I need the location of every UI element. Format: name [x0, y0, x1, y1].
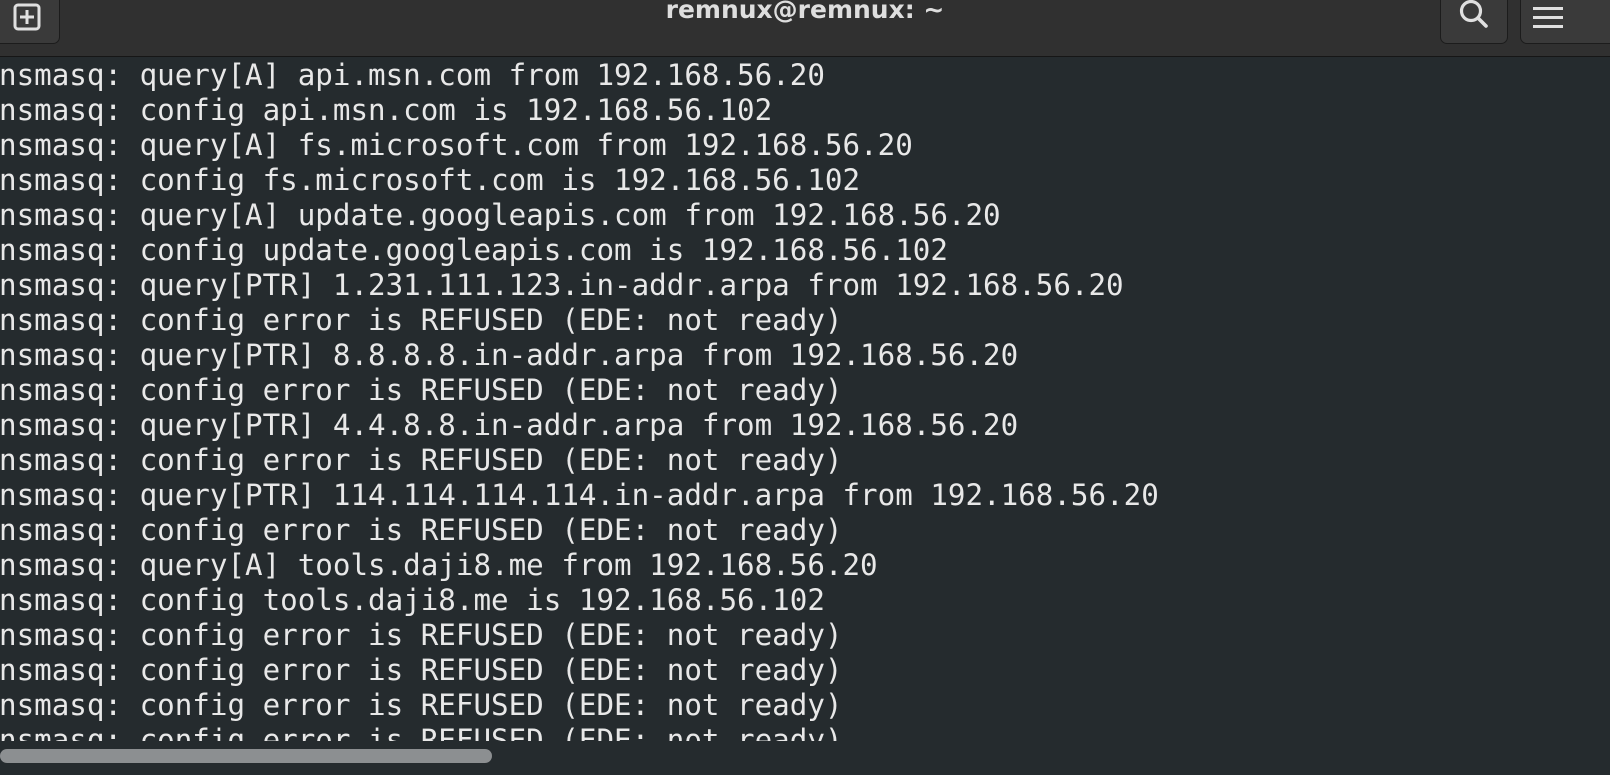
terminal-window: remnux@remnux: ~ nsmasq: query[A] api.ms…: [0, 0, 1610, 775]
terminal-lines: nsmasq: query[A] api.msn.com from 192.16…: [0, 58, 1159, 741]
terminal-line: nsmasq: config error is REFUSED (EDE: no…: [0, 653, 843, 687]
terminal-line: nsmasq: config error is REFUSED (EDE: no…: [0, 513, 843, 547]
terminal-line: nsmasq: config error is REFUSED (EDE: no…: [0, 303, 843, 337]
terminal-line: nsmasq: config error is REFUSED (EDE: no…: [0, 688, 843, 722]
terminal-line: nsmasq: query[A] update.googleapis.com f…: [0, 198, 1001, 232]
terminal-line: nsmasq: config error is REFUSED (EDE: no…: [0, 443, 843, 477]
horizontal-scrollbar[interactable]: [0, 741, 1610, 775]
terminal-line: nsmasq: query[PTR] 1.231.111.123.in-addr…: [0, 268, 1124, 302]
terminal-line: nsmasq: query[A] fs.microsoft.com from 1…: [0, 128, 913, 162]
window-title: remnux@remnux: ~: [665, 0, 945, 24]
terminal-line: nsmasq: query[A] tools.daji8.me from 192…: [0, 548, 878, 582]
terminal-line: nsmasq: config error is REFUSED (EDE: no…: [0, 723, 843, 741]
terminal-line: nsmasq: config fs.microsoft.com is 192.1…: [0, 163, 861, 197]
scrollbar-thumb[interactable]: [0, 749, 492, 763]
terminal-line: nsmasq: query[A] api.msn.com from 192.16…: [0, 58, 825, 92]
terminal-line: nsmasq: config error is REFUSED (EDE: no…: [0, 373, 843, 407]
hamburger-menu-icon: [1533, 7, 1563, 28]
terminal-line: nsmasq: query[PTR] 114.114.114.114.in-ad…: [0, 478, 1159, 512]
terminal-output[interactable]: nsmasq: query[A] api.msn.com from 192.16…: [0, 57, 1610, 741]
header-bar: remnux@remnux: ~: [0, 0, 1610, 57]
terminal-line: nsmasq: config tools.daji8.me is 192.168…: [0, 583, 825, 617]
search-button[interactable]: [1440, 0, 1508, 44]
terminal-line: nsmasq: query[PTR] 8.8.8.8.in-addr.arpa …: [0, 338, 1019, 372]
terminal-line: nsmasq: config update.googleapis.com is …: [0, 233, 948, 267]
menu-button[interactable]: [1520, 0, 1610, 44]
terminal-line: nsmasq: config error is REFUSED (EDE: no…: [0, 618, 843, 652]
terminal-line: nsmasq: query[PTR] 4.4.8.8.in-addr.arpa …: [0, 408, 1019, 442]
search-icon: [1459, 0, 1488, 28]
terminal-line: nsmasq: config api.msn.com is 192.168.56…: [0, 93, 773, 127]
